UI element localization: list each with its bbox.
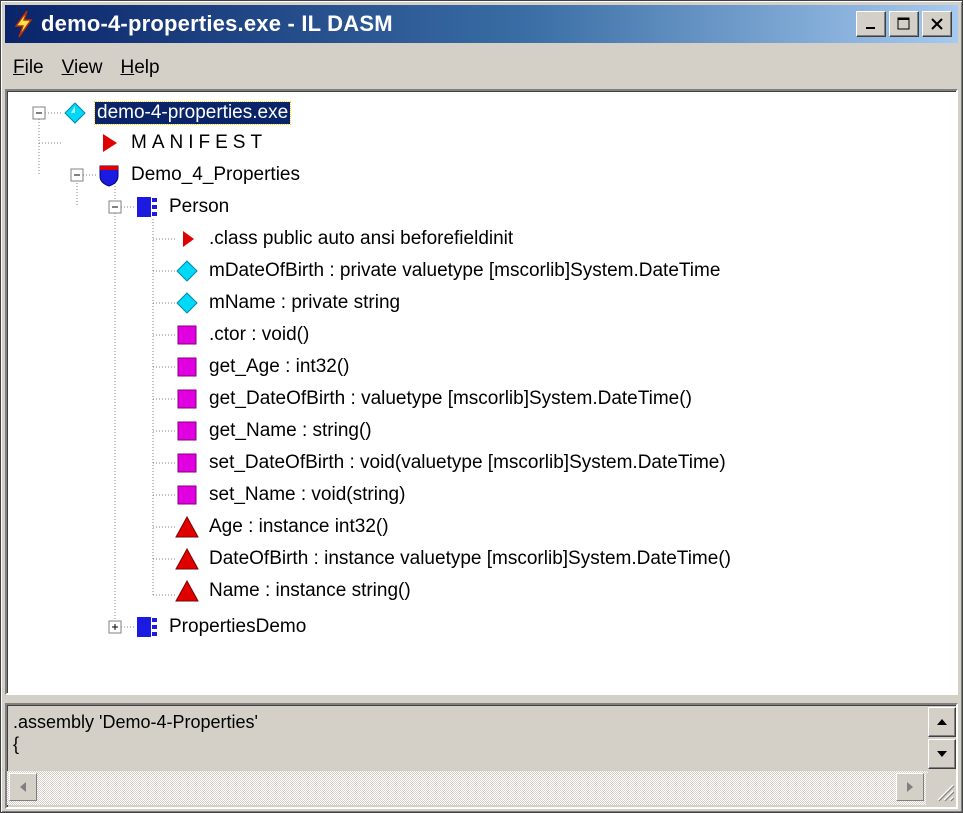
tree-node-property[interactable]: Age : instance int32() [175,513,391,541]
tree-node-label: .ctor : void() [209,324,310,345]
menu-help-accel: H [120,57,135,78]
property-triangle-icon [175,579,199,602]
tree-node-label: mName : private string [209,292,401,313]
menu-file-label: ile [24,57,44,78]
tree-node-method[interactable]: .ctor : void() [175,321,311,349]
tree-node-label: Age : instance int32() [209,516,389,537]
scroll-left-button[interactable] [9,773,37,801]
arrow-down-icon [937,751,947,757]
tree-node-assembly[interactable]: demo-4-properties.exe [63,99,292,127]
field-diamond-icon [176,260,198,282]
scroll-right-button[interactable] [896,773,924,801]
tree-node-field[interactable]: mName : private string [175,289,402,317]
code-line: { [13,734,20,754]
menu-bar: File View Help [5,53,170,83]
tree-node-method[interactable]: set_DateOfBirth : void(valuetype [mscorl… [175,449,728,477]
tree-node-field[interactable]: mDateOfBirth : private valuetype [mscorl… [175,257,722,285]
assembly-diamond-icon [64,102,86,124]
tree-node-method[interactable]: get_DateOfBirth : valuetype [mscorlib]Sy… [175,385,694,413]
method-square-icon [177,389,197,409]
menu-file[interactable]: File [5,57,54,79]
horizontal-scrollbar[interactable] [7,771,928,805]
property-triangle-icon [175,547,199,570]
method-square-icon [177,421,197,441]
maximize-button[interactable] [889,11,919,37]
tree-node-label: Name : instance string() [209,580,411,601]
menu-view-accel: V [61,57,74,78]
lightning-icon [14,10,33,38]
minimize-button[interactable] [856,11,886,37]
vertical-scrollbar[interactable] [928,705,956,769]
menu-help-label: elp [134,57,160,78]
tree-node-class-info[interactable]: .class public auto ansi beforefieldinit [175,225,515,253]
resize-grip[interactable] [926,773,956,807]
close-button[interactable] [922,11,952,37]
tree-node-method[interactable]: get_Age : int32() [175,353,351,381]
tree-node-class-person[interactable]: Person [135,193,231,221]
code-line: .assembly 'Demo-4-Properties' [13,712,258,732]
tree-node-label: set_Name : void(string) [209,484,406,505]
property-triangle-icon [175,515,199,538]
tree-node-label: set_DateOfBirth : void(valuetype [mscorl… [209,452,726,473]
ildasm-window: demo-4-properties.exe - IL DASM File Vie… [0,0,963,813]
tree-node-label: DateOfBirth : instance valuetype [mscorl… [209,548,731,569]
tree-node-namespace[interactable]: Demo_4_Properties [97,161,302,189]
il-code-text: .assembly 'Demo-4-Properties' { [13,711,258,755]
title-bar[interactable]: demo-4-properties.exe - IL DASM [5,5,958,43]
tree-node-property[interactable]: DateOfBirth : instance valuetype [mscorl… [175,545,733,573]
method-square-icon [177,453,197,473]
close-icon [931,18,943,30]
method-square-icon [177,485,197,505]
pane-splitter[interactable] [5,695,958,703]
il-code-pane[interactable]: .assembly 'Demo-4-Properties' { [5,703,958,809]
tree-node-manifest[interactable]: MANIFEST [97,129,269,157]
tree-node-label: Person [169,196,230,217]
menu-view[interactable]: View [54,57,113,79]
tree-node-label: demo-4-properties.exe [93,101,292,125]
arrow-right-icon [907,782,913,792]
expander-root[interactable] [32,106,46,120]
method-square-icon [177,325,197,345]
tree-node-label: get_Name : string() [209,420,372,441]
tree-node-label: mDateOfBirth : private valuetype [mscorl… [209,260,721,281]
tree-node-label: MANIFEST [131,132,268,153]
tree-node-property[interactable]: Name : instance string() [175,577,413,605]
arrow-left-icon [20,782,26,792]
method-square-icon [177,357,197,377]
tree-node-label: get_Age : int32() [209,356,350,377]
tree-node-label: .class public auto ansi beforefieldinit [209,228,514,249]
namespace-shield-icon [99,165,119,187]
minimize-icon [866,27,875,29]
field-diamond-icon [176,292,198,314]
menu-help[interactable]: Help [112,57,169,79]
expander-person[interactable] [108,200,122,214]
tree-node-label: PropertiesDemo [169,616,307,637]
tree-node-method[interactable]: get_Name : string() [175,417,374,445]
expander-propertiesdemo[interactable] [108,620,122,634]
tree-node-class-propertiesdemo[interactable]: PropertiesDemo [135,613,308,641]
menu-view-label: iew [73,57,103,78]
arrow-up-icon [937,719,947,725]
tree-node-method[interactable]: set_Name : void(string) [175,481,407,509]
class-icon [137,617,157,637]
menu-file-accel: F [13,57,25,78]
manifest-triangle-icon [103,134,117,152]
tree-node-label: Demo_4_Properties [131,164,300,185]
window-title: demo-4-properties.exe - IL DASM [41,11,393,36]
class-info-triangle-icon [183,231,194,247]
expander-namespace[interactable] [70,168,84,182]
scroll-down-button[interactable] [928,739,956,769]
tree-node-label: get_DateOfBirth : valuetype [mscorlib]Sy… [209,388,692,409]
maximize-icon [897,17,910,30]
tree-view[interactable]: demo-4-properties.exe MANIFEST Demo_4_Pr… [5,89,958,695]
scroll-up-button[interactable] [928,707,956,737]
class-icon [137,197,157,217]
resize-grip-icon [937,784,955,802]
